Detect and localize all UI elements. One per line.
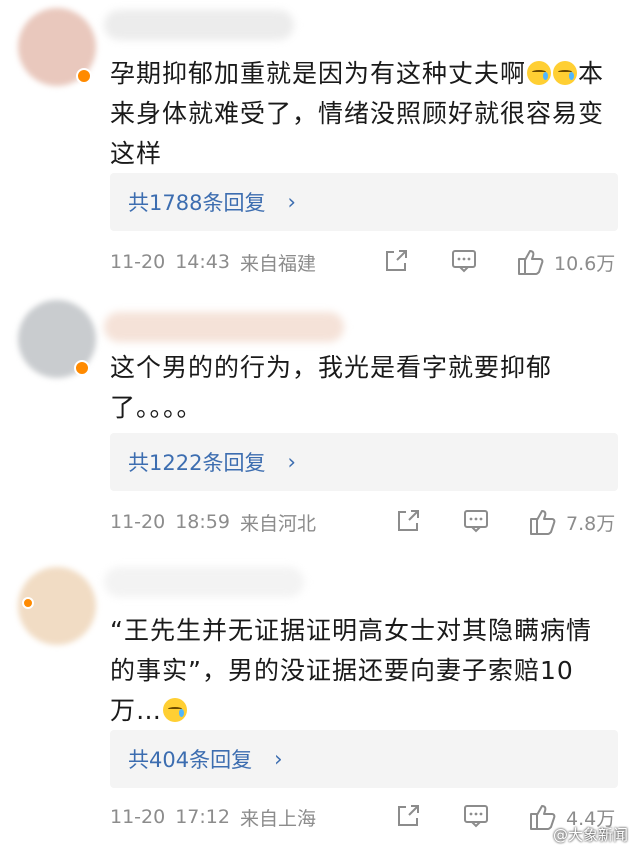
sweat-face-icon (163, 698, 188, 722)
username-blurred[interactable] (104, 312, 344, 342)
chevron-right-icon: › (287, 450, 296, 474)
comment-location: 来自河北 (239, 512, 316, 535)
reply-count-label: 共1788条回复 (128, 191, 266, 215)
sweat-face-icon (527, 61, 552, 85)
comment-text: “王先生并无证据证明高女士对其隐瞒病情 的事实”，男的没证据还要向妻子索赔10 … (110, 611, 620, 731)
comment-line-suffix: 本 (578, 59, 605, 88)
thumbs-up-icon[interactable] (516, 247, 546, 277)
comment-icon[interactable] (462, 802, 490, 830)
comment-2: 这个男的的行为，我光是看字就要抑郁 了。。。。 共1222条回复 › 11-20… (0, 290, 640, 555)
like-count: 7.8万 (566, 513, 616, 535)
comment-text: 这个男的的行为，我光是看字就要抑郁 了。。。。 (110, 348, 620, 428)
reply-count-button[interactable]: 共1788条回复 › (110, 173, 618, 231)
comment-line: 这个男的的行为，我光是看字就要抑郁 (110, 353, 553, 382)
reply-count-button[interactable]: 共404条回复 › (110, 730, 618, 788)
reply-count-button[interactable]: 共1222条回复 › (110, 433, 618, 491)
share-icon[interactable] (394, 507, 422, 535)
comment-time: 17:12 (175, 806, 230, 828)
reply-count-label: 共404条回复 (128, 748, 253, 772)
username-blurred[interactable] (104, 567, 304, 597)
thumbs-up-icon[interactable] (528, 507, 558, 537)
sweat-face-icon (553, 61, 578, 85)
comment-line: “王先生并无证据证明高女士对其隐瞒病情 (110, 616, 592, 645)
comment-1: 孕期抑郁加重就是因为有这种丈夫啊 本 来身体就难受了，情绪没照顾好就很容易变 这样… (0, 0, 640, 290)
comment-line: 这样 (110, 139, 163, 168)
share-icon[interactable] (382, 247, 410, 275)
comment-3: “王先生并无证据证明高女士对其隐瞒病情 的事实”，男的没证据还要向妻子索赔10 … (0, 555, 640, 853)
comment-icon[interactable] (450, 247, 478, 275)
share-icon[interactable] (394, 802, 422, 830)
chevron-right-icon: › (274, 747, 283, 771)
comment-line: 来身体就难受了，情绪没照顾好就很容易变 (110, 99, 605, 128)
watermark: @大象新闻 (552, 826, 628, 844)
chevron-right-icon: › (287, 190, 296, 214)
vip-badge-icon (76, 68, 92, 84)
username-blurred[interactable] (104, 10, 294, 40)
reply-count-label: 共1222条回复 (128, 451, 266, 475)
vip-badge-icon (74, 360, 90, 376)
comment-line: 万… (110, 696, 163, 725)
comment-date: 11-20 (110, 511, 166, 533)
like-count: 10.6万 (554, 253, 616, 275)
comment-icon[interactable] (462, 507, 490, 535)
vip-badge-icon (22, 597, 34, 609)
comment-location: 来自上海 (239, 807, 316, 830)
comment-line: 孕期抑郁加重就是因为有这种丈夫啊 (110, 59, 527, 88)
comment-location: 来自福建 (239, 252, 316, 275)
comment-meta: 11-20 18:59 来自河北 7.8万 (110, 507, 630, 537)
comment-line: 的事实”，男的没证据还要向妻子索赔10 (110, 656, 574, 685)
comment-date: 11-20 (110, 251, 166, 273)
comment-date: 11-20 (110, 806, 166, 828)
comment-line: 了。。。。 (110, 393, 203, 422)
comment-time: 18:59 (175, 511, 230, 533)
comment-text: 孕期抑郁加重就是因为有这种丈夫啊 本 来身体就难受了，情绪没照顾好就很容易变 这样 (110, 54, 620, 174)
comment-meta: 11-20 14:43 来自福建 10.6万 (110, 247, 630, 277)
comment-time: 14:43 (175, 251, 230, 273)
